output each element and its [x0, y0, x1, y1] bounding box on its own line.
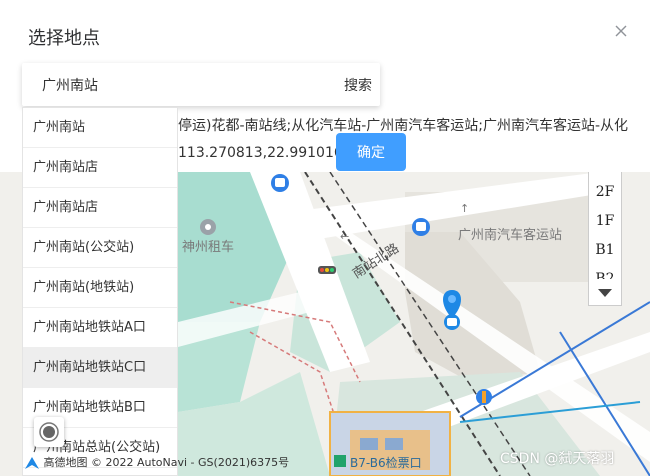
- svg-text:↑: ↑: [460, 202, 469, 215]
- floor-1f[interactable]: 1F: [589, 207, 621, 236]
- confirm-button[interactable]: 确定: [336, 133, 406, 171]
- svg-text:←: ←: [340, 230, 349, 243]
- search-box: 搜索: [22, 63, 380, 106]
- dialog-title: 选择地点: [28, 28, 100, 49]
- location-info: 停运)花都-南站线;从化汽车站-广州南汽车客运站;广州南汽车客运站-从化: [178, 118, 629, 134]
- floor-b1[interactable]: B1: [589, 236, 621, 265]
- locate-icon: [39, 422, 59, 442]
- map-label-taxi: 神州租车: [182, 240, 235, 255]
- select-location-dialog: 选择地点 ← ↑ 神州租车 南站北路 广州南汽车客运站 B7-B6检票口 2F …: [0, 0, 650, 476]
- search-button[interactable]: 搜索: [344, 75, 372, 95]
- floor-selector[interactable]: 2F 1F B1 B2: [588, 172, 622, 306]
- locate-button[interactable]: [34, 417, 64, 447]
- triangle-down-icon: [598, 289, 612, 297]
- suggestion-item-hovered[interactable]: 广州南站地铁站C口: [23, 348, 177, 388]
- floor-2f[interactable]: 2F: [589, 178, 621, 207]
- suggestion-item[interactable]: 广州南站(地铁站): [23, 268, 177, 308]
- floor-b2[interactable]: B2: [589, 265, 621, 279]
- watermark: CSDN @弑天落羽: [500, 451, 615, 467]
- suggestion-item[interactable]: 广州南站(公交站): [23, 228, 177, 268]
- map-label-gate: B7-B6检票口: [350, 456, 422, 470]
- map-label-bus-terminal: 广州南汽车客运站: [458, 228, 563, 243]
- map-copyright: 高德地图 © 2022 AutoNavi - GS(2021)6375号: [24, 454, 289, 470]
- floor-down-button[interactable]: [589, 281, 621, 305]
- location-coordinates: 113.270813,22.991016): [178, 145, 349, 161]
- dialog-header: 选择地点: [0, 0, 650, 62]
- search-input[interactable]: [22, 63, 322, 106]
- suggestion-item[interactable]: 广州南站: [23, 108, 177, 148]
- suggestion-item[interactable]: 广州南站店: [23, 188, 177, 228]
- suggestion-item[interactable]: 广州南站店: [23, 148, 177, 188]
- suggestion-item[interactable]: 广州南站地铁站A口: [23, 308, 177, 348]
- amap-logo-icon: [25, 457, 39, 469]
- map-copyright-text: 高德地图 © 2022 AutoNavi - GS(2021)6375号: [43, 456, 290, 469]
- close-icon[interactable]: [612, 22, 630, 40]
